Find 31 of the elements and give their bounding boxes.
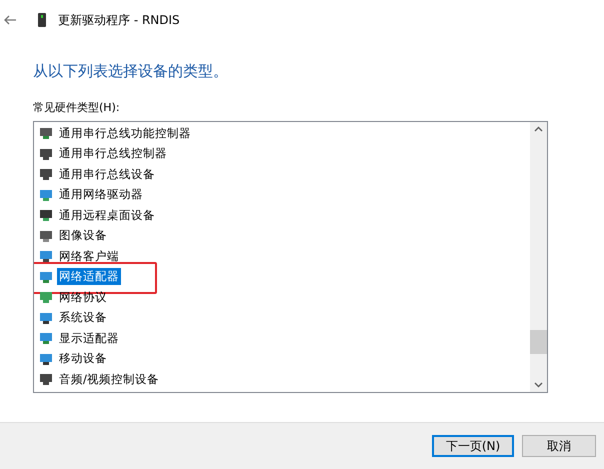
list-item[interactable]: 显示适配器 <box>57 330 121 347</box>
device-icon <box>38 330 54 346</box>
scroll-down-icon[interactable] <box>534 382 543 388</box>
list-item[interactable]: 系统设备 <box>57 309 109 326</box>
list-item[interactable]: 通用网络驱动器 <box>57 186 145 204</box>
list-item[interactable]: 通用串行总线控制器 <box>57 145 169 162</box>
heading: 从以下列表选择设备的类型。 <box>33 62 229 81</box>
device-icon <box>38 13 46 27</box>
device-icon <box>38 248 54 264</box>
list-item[interactable]: 网络适配器 <box>57 268 121 286</box>
next-button[interactable]: 下一页(N) <box>432 435 514 457</box>
list-item[interactable]: 音频/视频控制设备 <box>57 370 161 388</box>
list-item[interactable]: 移动设备 <box>57 350 109 368</box>
list-item[interactable]: 通用串行总线功能控制器 <box>57 124 193 142</box>
device-icon <box>38 371 54 388</box>
back-arrow-icon[interactable] <box>4 15 16 25</box>
list-item[interactable]: 通用远程桌面设备 <box>57 206 157 224</box>
list-item[interactable]: 网络协议 <box>57 288 109 306</box>
scroll-up-icon[interactable] <box>534 126 543 132</box>
list-item[interactable]: 通用串行总线设备 <box>57 166 157 183</box>
list-item[interactable]: 图像设备 <box>57 227 109 244</box>
scrollbar[interactable] <box>530 122 547 392</box>
list-label: 常见硬件类型(H): <box>33 100 121 115</box>
device-icon <box>38 207 54 224</box>
cancel-button[interactable]: 取消 <box>522 435 596 457</box>
window-title: 更新驱动程序 - RNDIS <box>58 12 180 28</box>
device-icon <box>38 289 54 306</box>
list-item[interactable]: 网络客户端 <box>57 248 121 265</box>
scroll-thumb[interactable] <box>530 330 547 354</box>
device-icon <box>38 166 54 182</box>
device-icon <box>38 125 54 142</box>
